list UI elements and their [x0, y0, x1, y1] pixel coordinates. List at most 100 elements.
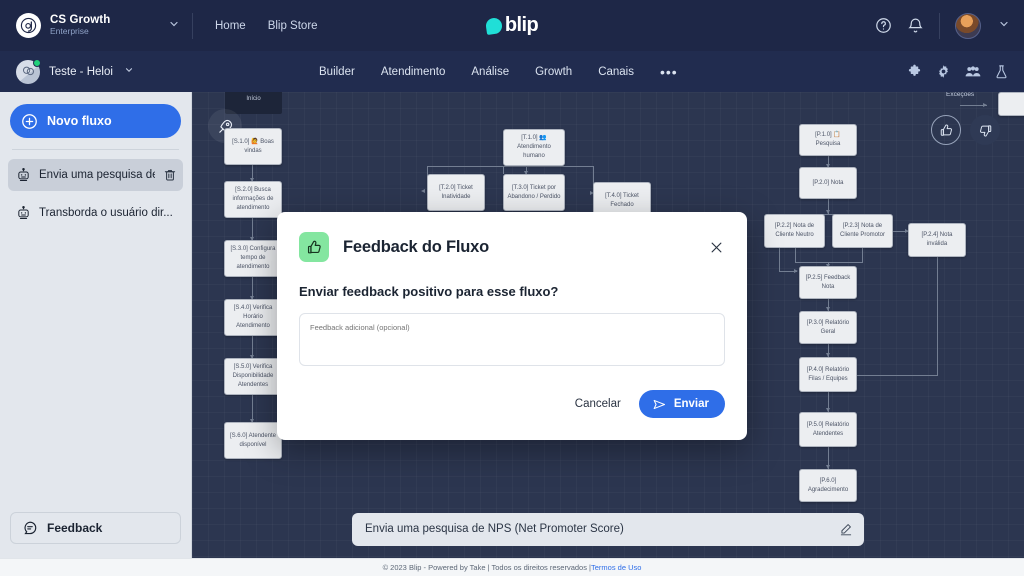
bot-icon — [16, 205, 31, 221]
flow-node-label: [P.3.0] Relatório Geral — [806, 319, 850, 335]
tab-canais[interactable]: Canais — [598, 66, 634, 78]
arrow-icon — [794, 268, 798, 273]
flow-node-p3[interactable]: [P.3.0] Relatório Geral — [799, 311, 857, 344]
flow-node-s5[interactable]: [S.5.0] Verifica Disponibilidade Atenden… — [224, 358, 282, 395]
flow-node-s2[interactable]: [S.2.0] Busca informações de atendimento — [224, 181, 282, 218]
feedback-textarea[interactable] — [299, 313, 725, 366]
puzzle-icon[interactable] — [907, 64, 922, 79]
flow-node-label: [P.2.5] Feedback Nota — [805, 274, 851, 290]
flow-node-p23[interactable]: [P.2.3] Nota de Cliente Promotor — [832, 214, 893, 248]
nav-blip-store[interactable]: Blip Store — [268, 20, 318, 32]
footer-text: © 2023 Blip - Powered by Take | Todos os… — [382, 563, 591, 572]
flow-node-label: [S.6.0] Atendente disponível — [229, 432, 277, 448]
tab-atendimento[interactable]: Atendimento — [381, 66, 446, 78]
terms-link[interactable]: Termos de Uso — [591, 563, 641, 572]
flow-node-label: [P.2.2] Nota de Cliente Neutro — [774, 223, 815, 238]
bot-name: Teste - Heloi — [49, 65, 113, 78]
thumbs-down-feedback-button[interactable] — [970, 115, 1000, 145]
org-plan: Enterprise — [50, 26, 89, 37]
arrow-icon — [421, 189, 425, 193]
new-flow-label: Novo fluxo — [47, 114, 112, 128]
more-menu-icon[interactable]: ••• — [660, 65, 678, 79]
modal-title: Feedback do Fluxo — [343, 237, 490, 256]
flow-node-p25[interactable]: [P.2.5] Feedback Nota — [799, 266, 857, 299]
flow-node-label: [T.2.0] Ticket Inatividade — [439, 184, 473, 200]
flow-node-label: [S.1.0] 🙋 Boas vindas — [232, 138, 274, 154]
gear-icon[interactable] — [936, 64, 951, 79]
chevron-down-icon[interactable] — [168, 18, 180, 33]
flow-node-p4[interactable]: [P.4.0] Relatório Filas / Equipes — [799, 357, 857, 392]
flow-node-s1[interactable]: [S.1.0] 🙋 Boas vindas — [224, 128, 282, 165]
chevron-down-icon[interactable] — [124, 65, 134, 78]
flow-node-p2[interactable]: [P.2.0] Nota — [799, 167, 857, 199]
flow-node-label: [T.4.0] Ticket Fechado — [605, 192, 639, 208]
avatar[interactable] — [955, 12, 981, 39]
edge — [427, 166, 504, 167]
flow-node-label: [P.6.0] Agradecimento — [807, 477, 849, 493]
flow-node-label: [S.3.0] Configura tempo de atendimento — [230, 246, 276, 270]
sub-bar: Teste - Heloi Builder Atendimento Anális… — [0, 51, 1024, 92]
arrow-icon — [983, 102, 987, 107]
online-status-dot — [33, 58, 41, 67]
flow-node-label: [P.1.0] 📋 Pesquisa — [815, 132, 841, 147]
tab-analise[interactable]: Análise — [471, 66, 509, 78]
flow-node-s4[interactable]: [S.4.0] Verifica Horário Atendimento — [224, 299, 282, 336]
flask-icon[interactable] — [995, 64, 1008, 79]
flows-sidebar: Novo fluxo Envia uma pesquisa de N — [0, 92, 192, 558]
tab-growth[interactable]: Growth — [535, 66, 572, 78]
edge — [937, 257, 938, 376]
send-button[interactable]: Enviar — [638, 390, 725, 418]
flow-list-item-nps[interactable]: Envia uma pesquisa de N — [8, 159, 183, 191]
close-icon[interactable] — [707, 238, 725, 256]
bot-avatar-icon — [16, 58, 41, 84]
flow-node-t1[interactable]: [T.1.0] 👥 Atendimento humano — [503, 129, 565, 166]
flow-node-s6[interactable]: [S.6.0] Atendente disponível — [224, 422, 282, 459]
flow-node-p24[interactable]: [P.2.4] Nota inválida — [908, 223, 966, 257]
flow-name-input[interactable]: Envia uma pesquisa de NPS (Net Promoter … — [352, 512, 864, 546]
edge — [795, 248, 796, 262]
chevron-down-icon[interactable] — [998, 18, 1010, 33]
nav-home[interactable]: Home — [215, 20, 246, 32]
exception-node[interactable] — [998, 92, 1024, 116]
flow-node-t3[interactable]: [T.3.0] Ticket por Abandono / Perdido — [503, 174, 565, 211]
modal-header: Feedback do Fluxo — [299, 232, 725, 262]
flow-list-item-label: Transborda o usuário dir... — [39, 207, 173, 219]
tab-builder[interactable]: Builder — [319, 66, 355, 78]
edge — [862, 248, 863, 262]
flow-node-label: [T.1.0] 👥 Atendimento humano — [517, 135, 551, 159]
new-flow-button[interactable]: Novo fluxo — [10, 104, 181, 138]
people-icon[interactable] — [965, 64, 981, 79]
edge — [252, 395, 253, 422]
flow-node-label: [S.2.0] Busca informações de atendimento — [232, 187, 274, 211]
flow-node-label: [P.5.0] Relatório Atendentes — [806, 421, 850, 437]
bell-icon[interactable] — [907, 17, 924, 34]
flow-list-item-transbordo[interactable]: Transborda o usuário dir... — [8, 197, 183, 229]
trash-icon[interactable] — [163, 168, 177, 182]
brand-inner[interactable]: blip — [484, 14, 539, 37]
thumbs-up-icon — [299, 232, 329, 262]
cancel-button[interactable]: Cancelar — [571, 392, 625, 416]
divider — [939, 12, 940, 39]
flow-node-label: [P.2.3] Nota de Cliente Promotor — [839, 223, 886, 238]
modal-question: Enviar feedback positivo para esse fluxo… — [299, 284, 559, 299]
blip-g-logo-icon — [16, 13, 41, 38]
pencil-icon[interactable] — [839, 522, 853, 536]
send-icon — [652, 397, 667, 412]
thumbs-up-feedback-button[interactable] — [931, 115, 961, 145]
start-chip-label: Início — [246, 96, 261, 102]
flow-node-t2[interactable]: [T.2.0] Ticket Inatividade — [427, 174, 485, 211]
org-switcher[interactable]: CS Growth Enterprise — [0, 0, 192, 51]
edge — [503, 166, 593, 167]
flow-node-p22[interactable]: [P.2.2] Nota de Cliente Neutro — [764, 214, 825, 248]
help-circle-icon[interactable] — [875, 17, 892, 34]
bot-switcher[interactable]: Teste - Heloi — [0, 58, 192, 84]
flow-node-p5[interactable]: [P.5.0] Relatório Atendentes — [799, 412, 857, 447]
edge — [857, 375, 937, 376]
app-root: CS Growth Enterprise Home Blip Store bli… — [0, 0, 1024, 576]
feedback-button[interactable]: Feedback — [10, 512, 181, 544]
flow-node-p1[interactable]: [P.1.0] 📋 Pesquisa — [799, 124, 857, 156]
flow-node-s3[interactable]: [S.3.0] Configura tempo de atendimento — [224, 240, 282, 277]
chat-bubble-icon — [22, 520, 38, 536]
flow-node-label: [S.4.0] Verifica Horário Atendimento — [233, 305, 273, 329]
flow-node-p6[interactable]: [P.6.0] Agradecimento — [799, 469, 857, 502]
